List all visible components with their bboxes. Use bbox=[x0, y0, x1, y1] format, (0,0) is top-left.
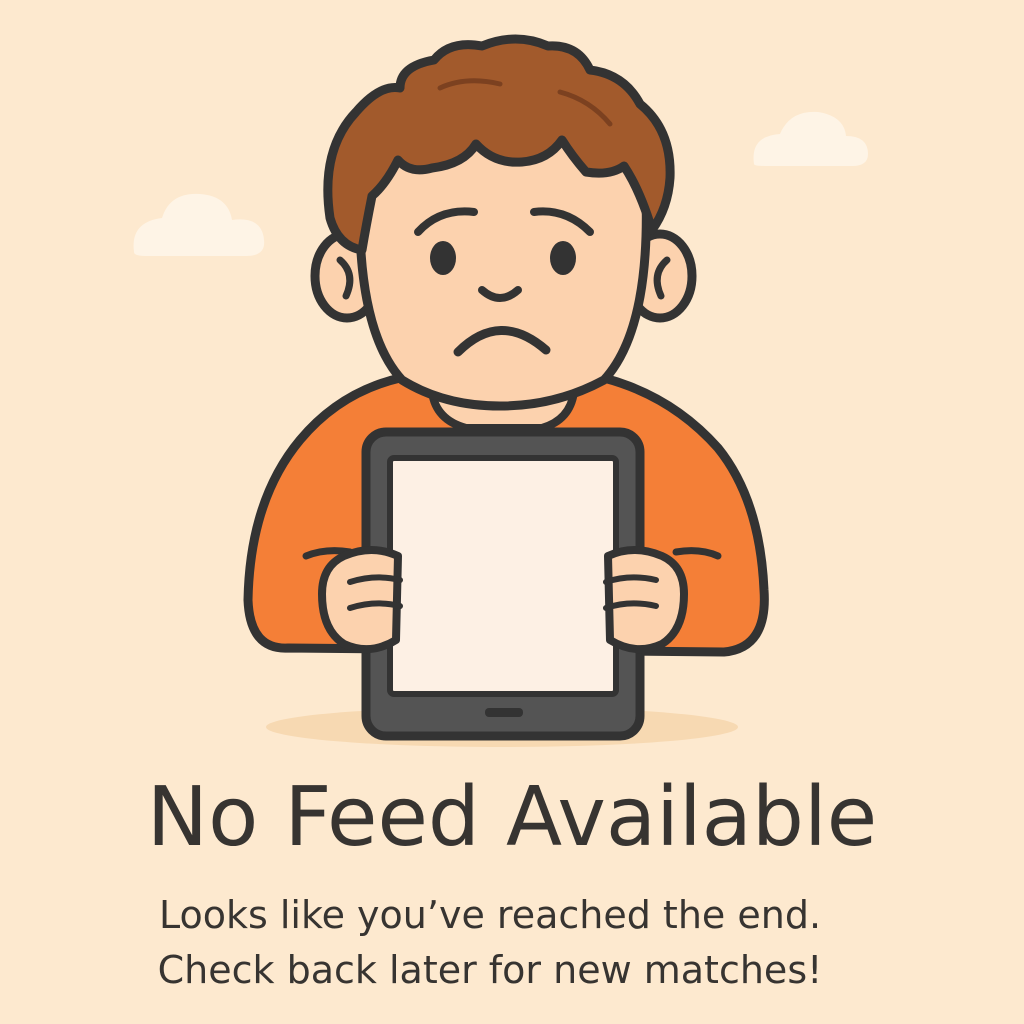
empty-state-message-line-2: Check back later for new matches! bbox=[157, 948, 823, 992]
empty-state-title: No Feed Available bbox=[146, 770, 878, 865]
empty-state-message: Looks like you’ve reached the end. Check… bbox=[0, 888, 980, 998]
blank-tablet-icon bbox=[361, 427, 645, 741]
sad-boy-illustration bbox=[133, 34, 868, 747]
empty-feed-screen: No Feed Available Looks like you’ve reac… bbox=[0, 0, 1024, 1024]
home-button-icon bbox=[485, 708, 523, 717]
cloud-icon bbox=[133, 193, 265, 256]
cloud-icon bbox=[753, 111, 868, 166]
empty-state-message-line-1: Looks like you’ve reached the end. bbox=[158, 893, 822, 937]
